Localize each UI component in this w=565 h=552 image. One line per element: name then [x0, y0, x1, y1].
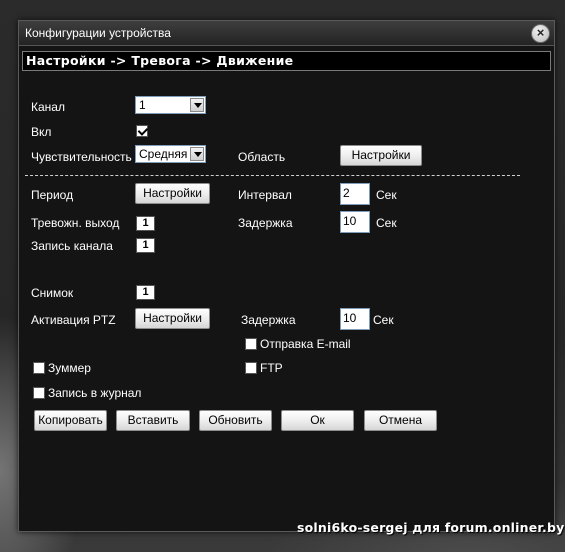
- ptz-delay-input[interactable]: 10: [340, 308, 370, 330]
- ptz-settings-button[interactable]: Настройки: [135, 308, 210, 329]
- section-divider: [25, 175, 520, 176]
- alarm-output-box[interactable]: 1: [136, 216, 155, 231]
- period-settings-button[interactable]: Настройки: [135, 183, 210, 204]
- refresh-button[interactable]: Обновить: [199, 410, 272, 431]
- email-label: Отправка E-mail: [260, 337, 351, 351]
- snapshot-box[interactable]: 1: [136, 285, 155, 300]
- delay-label: Задержка: [238, 216, 293, 230]
- sensitivity-select[interactable]: Средняя: [135, 145, 206, 163]
- cancel-button[interactable]: Отмена: [364, 410, 437, 431]
- sensitivity-label: Чувствительность: [31, 150, 132, 164]
- snapshot-label: Снимок: [31, 286, 74, 300]
- area-settings-button[interactable]: Настройки: [340, 145, 422, 166]
- alarm-output-label: Тревожн. выход: [31, 216, 120, 230]
- chevron-down-icon[interactable]: [190, 98, 204, 112]
- delay-unit: Сек: [376, 216, 397, 230]
- watermark-text: solni6ko-sergej для forum.onliner.by: [297, 520, 565, 535]
- buzzer-label: Зуммер: [48, 361, 91, 375]
- channel-value: 1: [139, 98, 146, 112]
- motion-settings-form: Канал 1 Вкл Чувствительность Средняя Обл…: [19, 21, 554, 531]
- log-label: Запись в журнал: [48, 386, 142, 400]
- copy-button[interactable]: Копировать: [34, 410, 107, 431]
- record-channel-box[interactable]: 1: [136, 238, 155, 253]
- ftp-label: FTP: [260, 361, 283, 375]
- device-config-window: Конфигурации устройства × Настройки -> Т…: [18, 20, 555, 532]
- interval-label: Интервал: [238, 188, 292, 202]
- ftp-checkbox[interactable]: [245, 362, 257, 374]
- interval-input[interactable]: 2: [340, 183, 370, 205]
- buzzer-checkbox[interactable]: [33, 362, 45, 374]
- chevron-down-icon[interactable]: [190, 147, 204, 161]
- interval-unit: Сек: [376, 188, 397, 202]
- ptz-label: Активация PTZ: [31, 313, 116, 327]
- log-checkbox[interactable]: [33, 387, 45, 399]
- enable-label: Вкл: [31, 125, 52, 139]
- enable-checkbox[interactable]: [136, 125, 148, 137]
- channel-select[interactable]: 1: [135, 96, 206, 114]
- sensitivity-value: Средняя: [139, 147, 188, 161]
- period-label: Период: [31, 188, 74, 202]
- ptz-delay-label: Задержка: [241, 313, 296, 327]
- ptz-delay-unit: Сек: [373, 313, 394, 327]
- record-channel-label: Запись канала: [31, 239, 113, 253]
- email-checkbox[interactable]: [245, 338, 257, 350]
- delay-input[interactable]: 10: [340, 211, 370, 233]
- ok-button[interactable]: Ок: [281, 410, 354, 431]
- area-label: Область: [238, 150, 286, 164]
- channel-label: Канал: [31, 100, 65, 114]
- paste-button[interactable]: Вставить: [116, 410, 190, 431]
